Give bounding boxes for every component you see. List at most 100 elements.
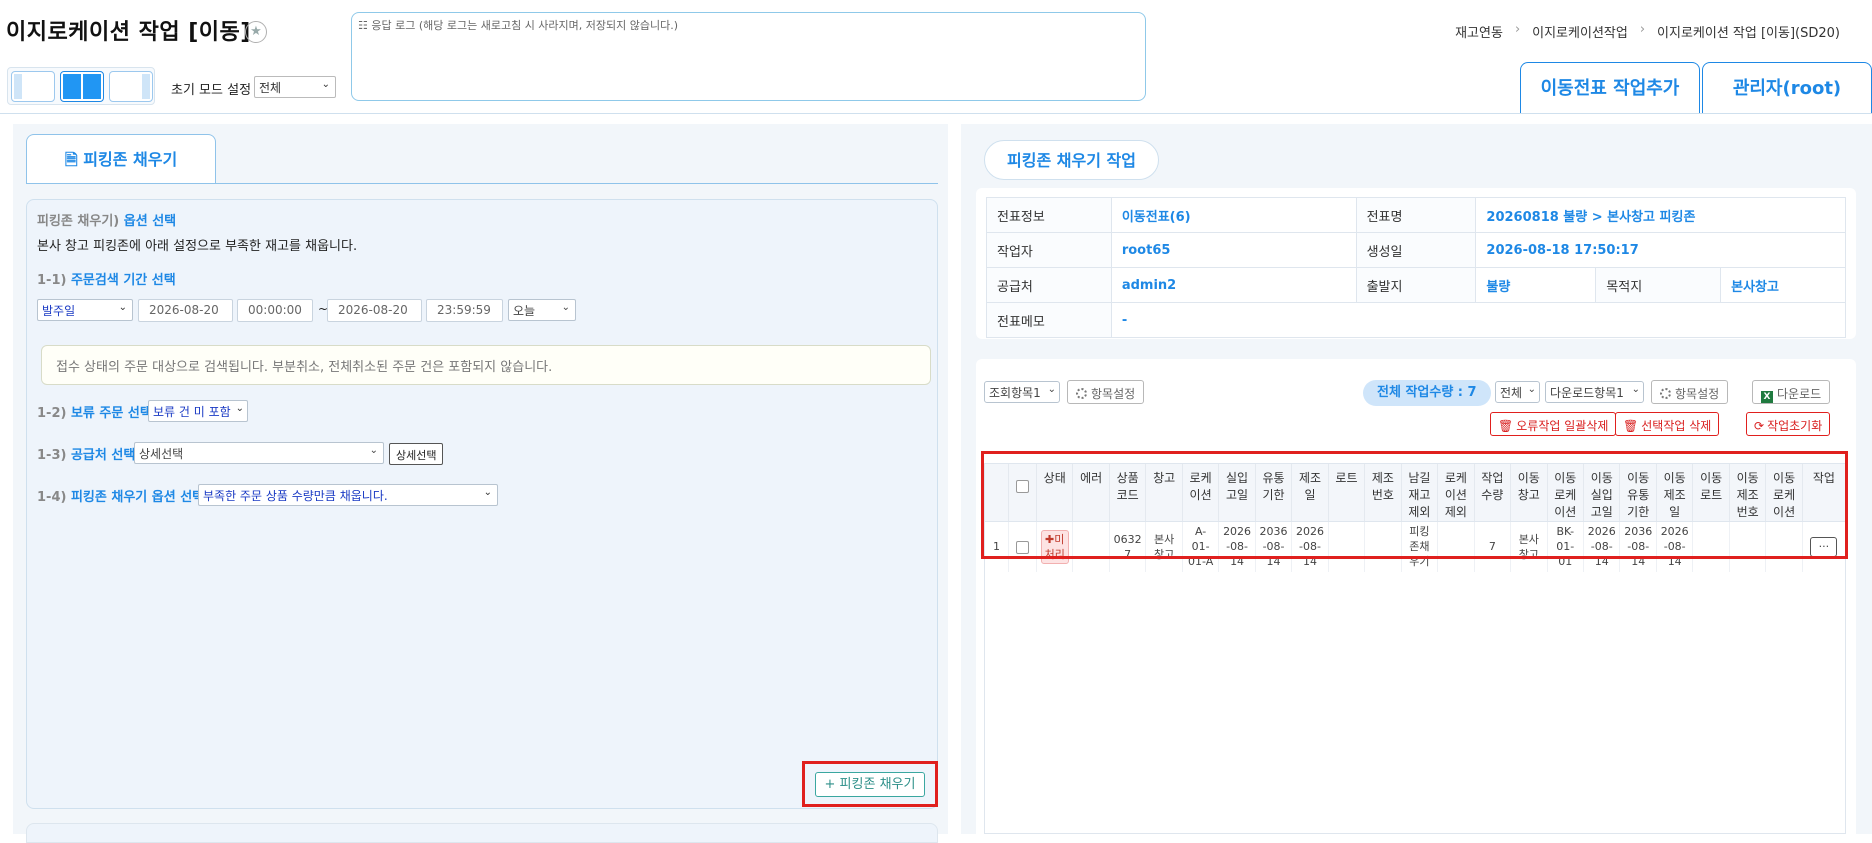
section-prefix: 1-4) [37, 490, 67, 505]
memo-label: 전표메모 [986, 302, 1112, 338]
layout-right-only-button[interactable] [109, 71, 153, 102]
quick-range-value: 오늘 [513, 304, 536, 318]
view-items-select[interactable]: 조회항목1 ⌄ [984, 381, 1060, 403]
created-label: 생성일 [1355, 232, 1477, 268]
time-to-input[interactable]: 23:59:59 [426, 299, 503, 322]
hold-order-select[interactable]: 보류 건 미 포함 ⌄ [148, 400, 248, 422]
section-title: 공급처 선택 [70, 448, 136, 463]
breadcrumb: 재고연동 › 이지로케이션작업 › 이지로케이션 작업 [이동](SD20) [1455, 22, 1840, 41]
option-box: 피킹존 채우기) 옵션 선택 본사 창고 피킹존에 아래 설정으로 부족한 재고… [26, 199, 938, 809]
gear-icon [1660, 388, 1671, 399]
section-prefix: 1-3) [37, 448, 67, 463]
delete-selected-button[interactable]: 🗑 선택작업 삭제 [1615, 412, 1720, 436]
highlight-box-grid [981, 451, 1848, 559]
supplier-label: 공급처 [986, 267, 1112, 303]
chevron-down-icon: ⌄ [1047, 384, 1056, 395]
reset-work-label: 작업초기화 [1767, 419, 1823, 433]
date-to-input[interactable]: 2026-08-20 [327, 299, 422, 322]
chevron-down-icon: ⌄ [1631, 384, 1640, 395]
tab-picking-zone-work[interactable]: 피킹존 채우기 작업 [984, 140, 1159, 180]
chevron-right-icon: › [1639, 22, 1646, 37]
section-title: 피킹존 채우기 옵션 선택 [70, 490, 205, 505]
download-label: 다운로드 [1777, 387, 1822, 401]
layout-split-button[interactable] [60, 71, 104, 102]
supplier-value: 상세선택 [139, 447, 184, 461]
filter-select[interactable]: 전체 ⌄ [1495, 381, 1540, 403]
slip-name-label: 전표명 [1355, 197, 1477, 233]
work-list-card: 조회항목1 ⌄ 항목설정 전체 작업수량 : 7 전체 ⌄ 다운로드항목1 ⌄ … [976, 359, 1856, 834]
supplier-detail-button[interactable]: 상세선택 [389, 443, 444, 465]
chevron-down-icon: ⌄ [235, 403, 244, 414]
tab-label: 피킹존 채우기 [83, 150, 178, 169]
breadcrumb-item[interactable]: 재고연동 [1455, 22, 1503, 41]
download-button[interactable]: X 다운로드 [1752, 380, 1831, 404]
delete-errors-button[interactable]: 🗑 오류작업 일괄삭제 [1490, 412, 1617, 436]
destination-value: 본사창고 [1720, 267, 1846, 303]
download-items-value: 다운로드항목1 [1550, 386, 1624, 400]
download-item-setting-button[interactable]: 항목설정 [1651, 380, 1729, 404]
section-1-3-label: 1-3) 공급처 선택 [37, 444, 135, 463]
option-heading: 피킹존 채우기) 옵션 선택 [37, 210, 176, 229]
response-log-text: ☷ 응답 로그 (해당 로그는 새로고침 시 사라지며, 저장되지 않습니다.) [358, 19, 679, 32]
time-from-input[interactable]: 00:00:00 [237, 299, 313, 322]
slip-info-value: 이동전표(6) [1110, 197, 1357, 233]
section-title: 주문검색 기간 선택 [70, 273, 176, 288]
worker-label: 작업자 [986, 232, 1112, 268]
section-title: 보류 주문 선택 [70, 406, 152, 421]
option-description: 본사 창고 피킹존에 아래 설정으로 부족한 재고를 채웁니다. [37, 239, 358, 254]
document-plus-icon: 🗎 [64, 150, 78, 169]
refresh-icon: ⟳ [1754, 419, 1765, 433]
tab-underline [26, 183, 938, 184]
slip-name-value: 20260818 불량 > 본사창고 피킹존 [1475, 197, 1846, 233]
slip-info-label: 전표정보 [986, 197, 1112, 233]
tab-admin[interactable]: 관리자(root) [1702, 62, 1872, 113]
date-type-select[interactable]: 발주일 ⌄ [37, 299, 133, 321]
chevron-down-icon: ⌄ [369, 445, 378, 456]
date-type-value: 발주일 [42, 304, 76, 318]
favorite-star-icon[interactable]: ★ [245, 21, 267, 43]
section-1-4-label: 1-4) 피킹존 채우기 옵션 선택 [37, 486, 204, 505]
response-log-box[interactable]: ☷ 응답 로그 (해당 로그는 새로고침 시 사라지며, 저장되지 않습니다.) [351, 12, 1146, 101]
excel-icon: X [1761, 391, 1773, 403]
date-from-input[interactable]: 2026-08-20 [138, 299, 233, 322]
download-items-select[interactable]: 다운로드항목1 ⌄ [1545, 381, 1644, 403]
worker-value: root65 [1110, 232, 1357, 268]
tab-picking-zone-fill[interactable]: 🗎 피킹존 채우기 [26, 134, 216, 184]
chevron-down-icon: ⌄ [118, 302, 127, 313]
section-1-1-label: 1-1) 주문검색 기간 선택 [37, 269, 176, 288]
option-heading-prefix: 피킹존 채우기) [37, 214, 120, 229]
delete-selected-label: 선택작업 삭제 [1641, 419, 1712, 433]
tab-add-transfer-slip[interactable]: 이동전표 작업추가 [1520, 62, 1700, 113]
item-setting-label: 항목설정 [1675, 387, 1720, 401]
item-setting-button[interactable]: 항목설정 [1067, 380, 1145, 404]
chevron-down-icon: ⌄ [561, 302, 570, 313]
left-panel: 🗎 피킹존 채우기 피킹존 채우기) 옵션 선택 본사 창고 피킹존에 아래 설… [13, 124, 948, 843]
quick-range-select[interactable]: 오늘 ⌄ [508, 299, 576, 321]
page-title: 이지로케이션 작업 [이동] [6, 20, 251, 45]
chevron-down-icon: ⌄ [483, 487, 492, 498]
init-mode-value: 전체 [259, 81, 282, 95]
gear-icon [1076, 388, 1087, 399]
origin-label: 출발지 [1355, 267, 1477, 303]
search-notice: 접수 상태의 주문 대상으로 검색됩니다. 부분취소, 전체취소된 주문 건은 … [41, 345, 931, 385]
reset-work-button[interactable]: ⟳ 작업초기화 [1746, 412, 1831, 436]
section-prefix: 1-1) [37, 273, 67, 288]
supplier-select[interactable]: 상세선택 ⌄ [134, 442, 384, 464]
layout-left-only-button[interactable] [11, 71, 55, 102]
total-work-qty-badge: 전체 작업수량 : 7 [1363, 380, 1491, 406]
init-mode-select[interactable]: 전체 ⌄ [254, 76, 336, 98]
memo-value: - [1110, 302, 1847, 338]
item-setting-label: 항목설정 [1091, 387, 1136, 401]
slip-info-card: 전표정보 이동전표(6) 전표명 20260818 불량 > 본사창고 피킹존 … [976, 188, 1856, 339]
header-divider [0, 113, 1872, 114]
delete-errors-label: 오류작업 일괄삭제 [1516, 419, 1609, 433]
origin-value: 불량 [1475, 267, 1597, 303]
created-value: 2026-08-18 17:50:17 [1475, 232, 1846, 268]
breadcrumb-item[interactable]: 이지로케이션작업 [1532, 22, 1628, 41]
filter-value: 전체 [1500, 386, 1523, 400]
view-items-value: 조회항목1 [989, 386, 1041, 400]
chevron-down-icon: ⌄ [1527, 384, 1536, 395]
supplier-info-value: admin2 [1110, 267, 1357, 303]
fill-option-select[interactable]: 부족한 주문 상품 수량만큼 채웁니다. ⌄ [198, 484, 498, 506]
trash-icon: 🗑 [1623, 419, 1639, 433]
